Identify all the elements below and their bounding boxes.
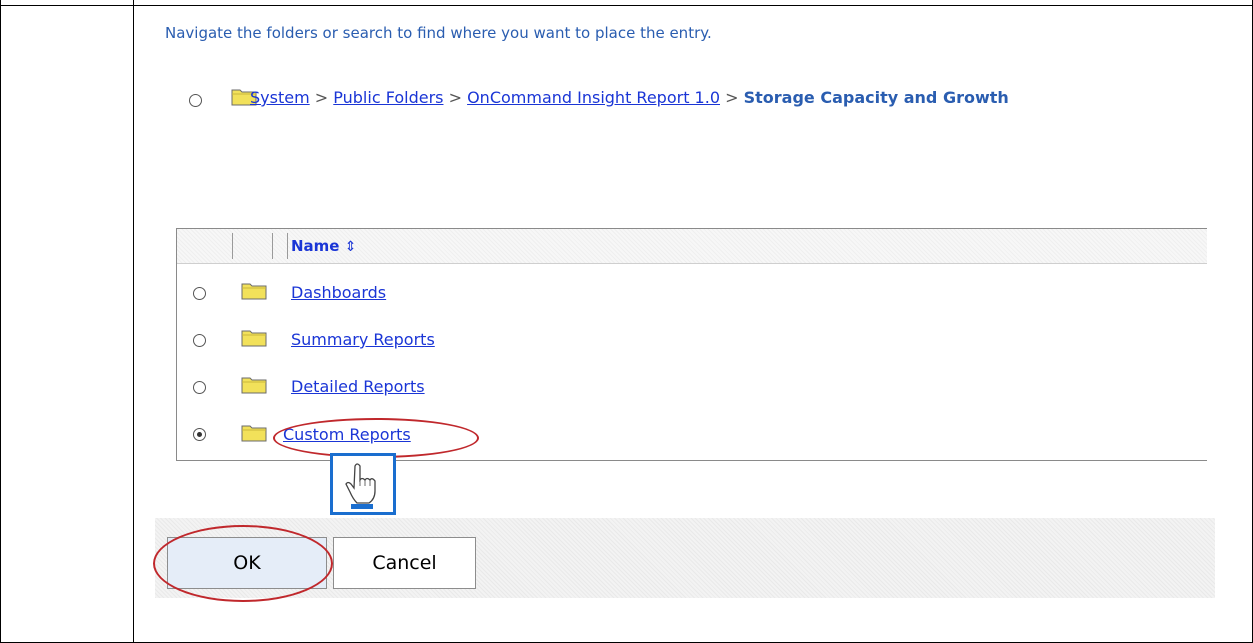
row-radio-summary-reports[interactable]	[193, 334, 206, 347]
header-divider	[272, 233, 273, 259]
header-divider	[232, 233, 233, 259]
breadcrumb-link-system[interactable]: System	[250, 88, 310, 107]
folder-icon	[241, 425, 267, 442]
frame-top-border	[0, 5, 1253, 6]
folder-icon	[241, 377, 267, 394]
folder-icon	[241, 330, 267, 347]
folder-link-detailed-reports[interactable]: Detailed Reports	[291, 377, 425, 396]
row-radio-detailed-reports[interactable]	[193, 381, 206, 394]
table-header: Name ⇕	[177, 229, 1207, 264]
breadcrumb-separator: >	[725, 88, 744, 107]
frame-column-divider	[133, 0, 134, 643]
column-header-name[interactable]: Name ⇕	[291, 237, 356, 255]
header-divider	[287, 233, 288, 259]
sort-icon[interactable]: ⇕	[345, 239, 357, 255]
breadcrumb-current: Storage Capacity and Growth	[743, 88, 1009, 107]
cancel-button[interactable]: Cancel	[333, 537, 476, 589]
highlight-oval-ok-button	[153, 525, 333, 602]
breadcrumb-radio[interactable]	[189, 94, 202, 107]
folder-icon	[241, 283, 267, 300]
breadcrumb-separator: >	[448, 88, 468, 107]
cursor-callout	[330, 453, 396, 515]
frame-left-border	[0, 0, 1, 643]
breadcrumb-link-oncommand-insight-report[interactable]: OnCommand Insight Report 1.0	[467, 88, 720, 107]
breadcrumb-link-public-folders[interactable]: Public Folders	[333, 88, 443, 107]
row-radio-custom-reports[interactable]	[193, 428, 206, 441]
breadcrumb-separator: >	[314, 88, 334, 107]
column-header-name-label: Name	[291, 237, 340, 255]
pointing-hand-icon	[345, 463, 376, 509]
highlight-oval-custom-reports	[273, 418, 479, 458]
row-radio-dashboards[interactable]	[193, 287, 206, 300]
folder-link-dashboards[interactable]: Dashboards	[291, 283, 386, 302]
instruction-text: Navigate the folders or search to find w…	[165, 24, 712, 42]
breadcrumb: System > Public Folders > OnCommand Insi…	[250, 88, 1009, 107]
folder-link-summary-reports[interactable]: Summary Reports	[291, 330, 435, 349]
